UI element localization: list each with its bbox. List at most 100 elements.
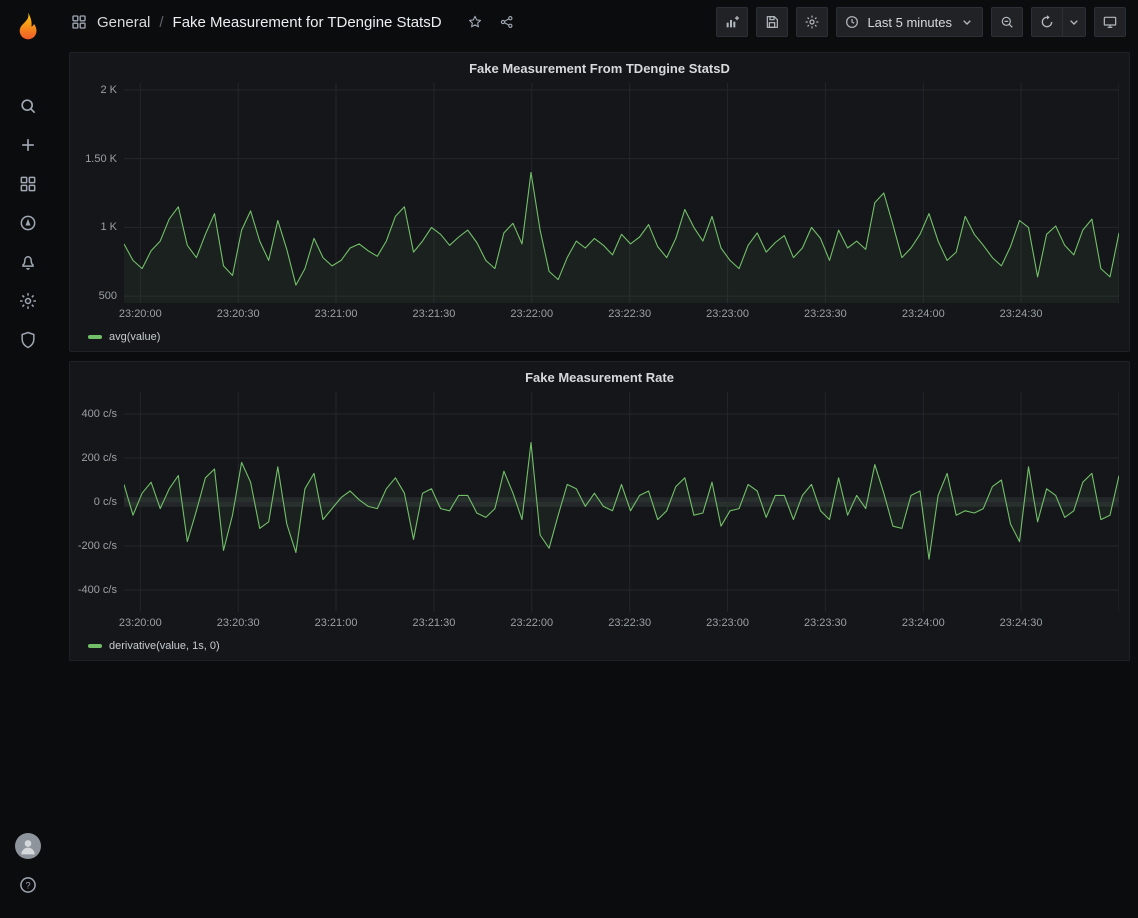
title-actions xyxy=(461,8,521,36)
person-icon xyxy=(18,836,38,856)
grafana-flame-icon xyxy=(11,10,45,44)
x-tick-label: 23:21:30 xyxy=(413,617,456,629)
x-tick-label: 23:24:30 xyxy=(1000,308,1043,320)
sidebar-item-help[interactable]: ? xyxy=(0,865,55,904)
compass-icon xyxy=(18,213,38,233)
y-tick-label: 400 c/s xyxy=(82,408,117,420)
monitor-icon xyxy=(1102,14,1118,30)
y-tick-label: -200 c/s xyxy=(78,540,117,552)
x-tick-label: 23:20:30 xyxy=(217,617,260,629)
refresh-interval-button[interactable] xyxy=(1063,7,1086,37)
y-tick-label: -400 c/s xyxy=(78,584,117,596)
x-tick-label: 23:21:30 xyxy=(413,308,456,320)
x-axis: 23:20:0023:20:3023:21:0023:21:3023:22:00… xyxy=(124,612,1119,634)
series-color-swatch xyxy=(88,335,102,339)
x-tick-label: 23:20:30 xyxy=(217,308,260,320)
sidebar: ? xyxy=(0,0,55,918)
x-tick-label: 23:23:30 xyxy=(804,308,847,320)
y-tick-label: 1.50 K xyxy=(85,153,117,165)
sidebar-item-search[interactable] xyxy=(0,86,55,125)
plot-area[interactable] xyxy=(124,392,1119,612)
x-tick-label: 23:22:30 xyxy=(608,617,651,629)
legend: avg(value) xyxy=(80,325,1119,349)
legend: derivative(value, 1s, 0) xyxy=(80,634,1119,658)
x-tick-label: 23:23:30 xyxy=(804,617,847,629)
x-tick-label: 23:23:00 xyxy=(706,617,749,629)
panel-fake-measurement: Fake Measurement From TDengine StatsD 50… xyxy=(69,52,1130,352)
star-icon xyxy=(467,14,483,30)
gear-icon xyxy=(18,291,38,311)
bell-icon xyxy=(18,252,38,272)
dashboard-grid: Fake Measurement From TDengine StatsD 50… xyxy=(55,44,1138,918)
chevron-down-icon xyxy=(1066,14,1082,30)
sidebar-item-explore[interactable] xyxy=(0,203,55,242)
time-series-chart: 500 1 K 1.50 K 2 K 23:20:00 23:20:30 23:21:00… xyxy=(80,83,1119,325)
x-tick-label: 23:20:00 xyxy=(119,617,162,629)
plus-icon xyxy=(18,135,38,155)
series-color-swatch xyxy=(88,644,102,648)
shield-icon xyxy=(18,330,38,350)
sidebar-item-configuration[interactable] xyxy=(0,281,55,320)
y-axis: 500 1 K 1.50 K 2 K xyxy=(80,83,124,303)
save-dashboard-button[interactable] xyxy=(756,7,788,37)
y-tick-label: 2 K xyxy=(100,84,117,96)
time-series-chart: -400 c/s -200 c/s 0 c/s 200 c/s 400 c/s 23:2… xyxy=(80,392,1119,634)
star-dashboard-button[interactable] xyxy=(461,8,489,36)
clock-icon xyxy=(844,14,860,30)
legend-item[interactable]: derivative(value, 1s, 0) xyxy=(88,640,220,652)
breadcrumb-folder[interactable]: General xyxy=(97,14,150,31)
x-tick-label: 23:21:00 xyxy=(315,617,358,629)
app-root: ? General / Fake Measurement for TDengin… xyxy=(0,0,1138,918)
sidebar-item-server-admin[interactable] xyxy=(0,320,55,359)
apps-grid-icon xyxy=(70,13,88,31)
refresh-button[interactable] xyxy=(1031,7,1063,37)
x-tick-label: 23:24:00 xyxy=(902,617,945,629)
x-tick-label: 23:22:30 xyxy=(608,308,651,320)
refresh-split-button xyxy=(1031,7,1086,37)
help-circle-icon: ? xyxy=(18,875,38,895)
x-axis: 23:20:0023:20:3023:21:0023:21:3023:22:00… xyxy=(124,303,1119,325)
add-panel-button[interactable] xyxy=(716,7,748,37)
grafana-logo[interactable] xyxy=(11,10,45,44)
gear-icon xyxy=(804,14,820,30)
time-range-label: Last 5 minutes xyxy=(867,15,952,30)
breadcrumb: General / Fake Measurement for TDengine … xyxy=(70,8,521,36)
time-range-picker[interactable]: Last 5 minutes xyxy=(836,7,983,37)
sidebar-item-dashboards[interactable] xyxy=(0,164,55,203)
sidebar-item-create[interactable] xyxy=(0,125,55,164)
zoom-out-icon xyxy=(999,14,1015,30)
x-tick-label: 23:22:00 xyxy=(510,308,553,320)
panel-title[interactable]: Fake Measurement From TDengine StatsD xyxy=(80,53,1119,83)
y-tick-label: 200 c/s xyxy=(82,452,117,464)
x-tick-label: 23:23:00 xyxy=(706,308,749,320)
sidebar-item-profile[interactable] xyxy=(0,826,55,865)
search-icon xyxy=(18,96,38,116)
zoom-out-button[interactable] xyxy=(991,7,1023,37)
y-tick-label: 500 xyxy=(99,290,117,302)
nav-actions: Last 5 minutes xyxy=(716,7,1126,37)
plot-area[interactable] xyxy=(124,83,1119,303)
panel-fake-measurement-rate: Fake Measurement Rate -400 c/s -200 c/s 0 … xyxy=(69,361,1130,661)
save-icon xyxy=(764,14,780,30)
y-tick-label: 0 c/s xyxy=(94,496,117,508)
x-tick-label: 23:24:30 xyxy=(1000,617,1043,629)
share-dashboard-button[interactable] xyxy=(493,8,521,36)
y-axis: -400 c/s -200 c/s 0 c/s 200 c/s 400 c/s xyxy=(80,392,124,612)
panel-add-icon xyxy=(724,14,740,30)
dashboard-settings-button[interactable] xyxy=(796,7,828,37)
legend-item[interactable]: avg(value) xyxy=(88,331,160,343)
y-tick-label: 1 K xyxy=(100,221,117,233)
legend-label: avg(value) xyxy=(109,331,160,343)
panel-title[interactable]: Fake Measurement Rate xyxy=(80,362,1119,392)
top-nav: General / Fake Measurement for TDengine … xyxy=(55,0,1138,44)
sidebar-item-alerting[interactable] xyxy=(0,242,55,281)
x-tick-label: 23:22:00 xyxy=(510,617,553,629)
kiosk-mode-button[interactable] xyxy=(1094,7,1126,37)
apps-grid-icon xyxy=(18,174,38,194)
x-tick-label: 23:21:00 xyxy=(315,308,358,320)
x-tick-label: 23:20:00 xyxy=(119,308,162,320)
chevron-down-icon xyxy=(959,14,975,30)
refresh-icon xyxy=(1039,14,1055,30)
dashboard-title[interactable]: Fake Measurement for TDengine StatsD xyxy=(173,14,442,31)
user-avatar xyxy=(15,833,41,859)
